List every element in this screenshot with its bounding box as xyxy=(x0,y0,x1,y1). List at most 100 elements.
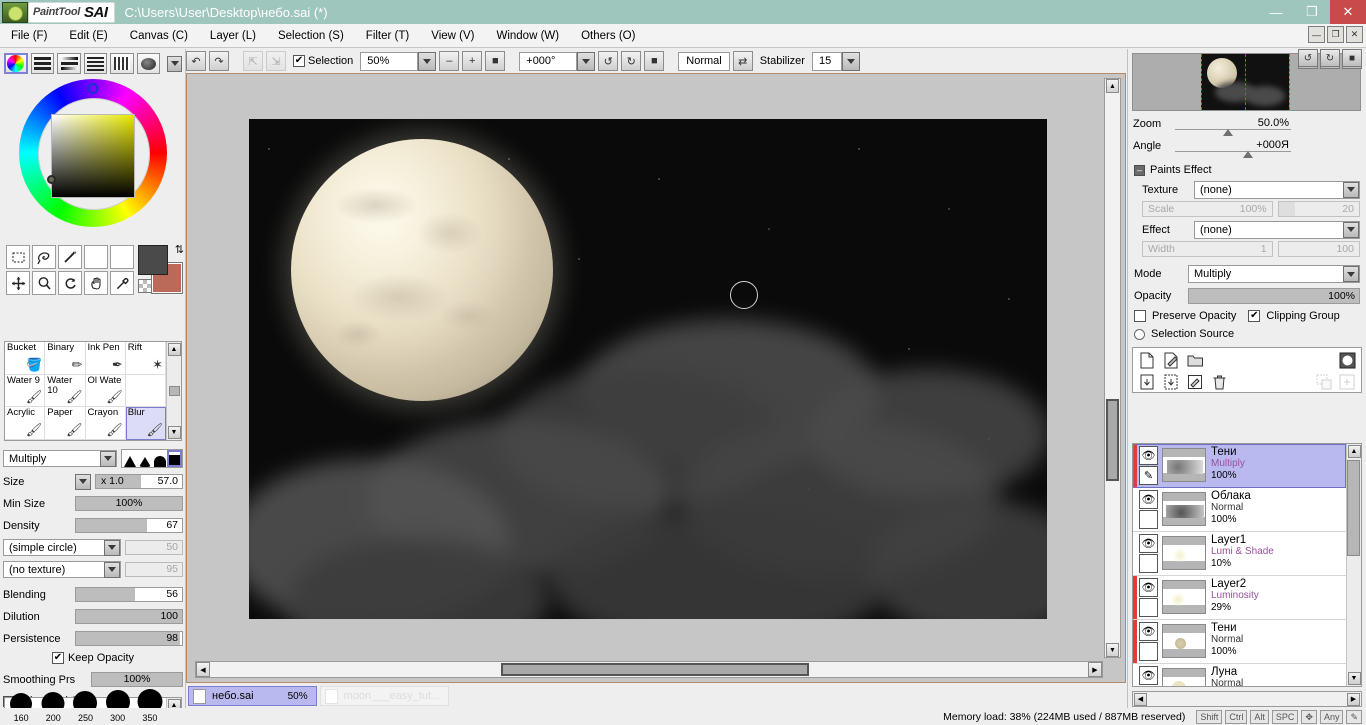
layer-row-teni-multiply[interactable]: 👁 ✎ Тени Multiply 100% xyxy=(1133,444,1346,488)
window-minimize-button[interactable]: — xyxy=(1258,0,1294,24)
layer-mode-select[interactable]: Multiply xyxy=(1188,265,1360,283)
navigator-rotate-ccw-button[interactable]: ↺ xyxy=(1298,49,1318,67)
chevron-down-icon[interactable] xyxy=(100,450,116,467)
palette-grid-mode-button[interactable] xyxy=(110,53,134,74)
navigator-zoom-slider[interactable]: 50.0% xyxy=(1175,117,1291,136)
zoom-reset-button[interactable]: ■ xyxy=(485,51,506,71)
horizontal-scroll-thumb[interactable] xyxy=(501,663,809,676)
layer-list[interactable]: 👁 ✎ Тени Multiply 100% 👁 Облака Normal 1… xyxy=(1132,443,1362,687)
view-swap-button[interactable]: ⇄ xyxy=(732,51,753,71)
scroll-up-icon[interactable]: ▲ xyxy=(1347,445,1361,458)
brush-shape-select[interactable]: (simple circle) xyxy=(3,539,121,556)
layer-visibility-icon[interactable]: 👁 xyxy=(1139,490,1158,509)
mdi-restore-button[interactable]: ❐ xyxy=(1327,26,1344,43)
menu-layer[interactable]: Layer (L) xyxy=(199,24,267,48)
magic-wand-icon[interactable] xyxy=(58,245,82,269)
selection-checkbox[interactable]: ✔ xyxy=(293,55,305,67)
dilution-slider[interactable]: 100 xyxy=(75,609,183,624)
chevron-down-icon[interactable] xyxy=(1343,266,1359,282)
brush-preset-water10[interactable]: Water 10 🖌 xyxy=(45,374,86,408)
menu-edit[interactable]: Edit (E) xyxy=(58,24,118,48)
brush-preset-olwater[interactable]: Ol Wate 🖌 xyxy=(85,374,126,408)
menu-view[interactable]: View (V) xyxy=(420,24,485,48)
brush-preset-list[interactable]: Bucket 🪣 Binary ✏ Ink Pen ✒ Rift ✶ Water 9 🖌 … xyxy=(4,341,182,441)
layer-row-layer2[interactable]: 👁 Layer2 Luminosity 29% xyxy=(1133,576,1346,620)
edge-shape-sharp[interactable] xyxy=(122,450,137,467)
menu-others[interactable]: Others (O) xyxy=(570,24,646,48)
angle-combo[interactable]: +000° xyxy=(519,51,596,71)
mdi-close-button[interactable]: ✕ xyxy=(1346,26,1363,43)
layer-visibility-icon[interactable]: 👁 xyxy=(1139,446,1158,465)
layer-list-scrollbar[interactable]: ▲ ▼ xyxy=(1346,444,1361,686)
clip-add-icon[interactable] xyxy=(1314,372,1334,392)
chevron-down-icon[interactable] xyxy=(577,51,596,71)
brush-preset-binary[interactable]: Binary ✏ xyxy=(45,342,86,375)
scroll-left-icon[interactable]: ◀ xyxy=(1134,692,1147,706)
scroll-down-icon[interactable]: ▼ xyxy=(1106,643,1119,657)
new-linework-layer-icon[interactable] xyxy=(1161,350,1181,370)
scroll-thumb[interactable] xyxy=(1347,460,1360,556)
angle-value[interactable]: +000° xyxy=(519,51,578,71)
window-maximize-button[interactable]: ❐ xyxy=(1294,0,1330,24)
hand-icon[interactable] xyxy=(84,271,108,295)
layer-clip-icon[interactable] xyxy=(1139,642,1158,661)
layer-list-horizontal-scrollbar[interactable]: ◀ ▶ xyxy=(1132,691,1362,707)
chevron-down-icon[interactable] xyxy=(104,539,120,556)
smoothing-slider[interactable]: 100% xyxy=(91,672,183,687)
effect-select[interactable]: (none) xyxy=(1194,220,1360,239)
canvas-vertical-scrollbar[interactable]: ▲ ▼ xyxy=(1104,78,1121,658)
zoom-in-button[interactable]: + xyxy=(462,51,483,71)
layer-visibility-icon[interactable]: 👁 xyxy=(1139,666,1158,685)
color-panel-menu-button[interactable] xyxy=(167,55,182,72)
density-slider[interactable]: 67 xyxy=(75,518,183,533)
collapse-minus-icon[interactable]: – xyxy=(1134,164,1145,176)
gradient-mode-button[interactable] xyxy=(136,53,161,74)
menu-file[interactable]: File (F) xyxy=(0,24,58,48)
brush-preset-blur[interactable]: Blur 🖌 xyxy=(125,407,166,440)
persistence-slider[interactable]: 98 xyxy=(75,631,183,646)
merge-down-icon[interactable] xyxy=(1137,372,1157,392)
navigator-rotate-reset-button[interactable]: ■ xyxy=(1342,49,1362,67)
hsv-sliders-mode-button[interactable] xyxy=(57,53,81,74)
layer-clip-icon[interactable] xyxy=(1139,510,1158,529)
flip-vertical-button[interactable]: ⇲ xyxy=(266,51,286,71)
layer-opacity-slider[interactable]: 100% xyxy=(1188,288,1360,304)
rotate-ccw-button[interactable]: ↺ xyxy=(598,51,619,71)
tool-blank-1[interactable] xyxy=(84,245,108,269)
swatch-list-mode-button[interactable] xyxy=(83,53,108,74)
layer-clip-icon[interactable]: ✎ xyxy=(1139,466,1158,485)
transparent-color-chip[interactable] xyxy=(138,279,152,293)
move-icon[interactable] xyxy=(6,271,30,295)
brush-preset-inkpen[interactable]: Ink Pen ✒ xyxy=(85,342,126,375)
canvas-horizontal-scrollbar[interactable]: ◀ ▶ xyxy=(195,661,1103,678)
layer-visibility-icon[interactable]: 👁 xyxy=(1139,534,1158,553)
swap-colors-icon[interactable]: ⇅ xyxy=(175,243,184,256)
chevron-down-icon[interactable] xyxy=(1343,221,1359,238)
menu-window[interactable]: Window (W) xyxy=(485,24,570,48)
scroll-right-icon[interactable]: ▶ xyxy=(1088,662,1102,677)
brush-preset-rift[interactable]: Rift ✶ xyxy=(125,342,166,375)
brush-size-slider[interactable]: x 1.0 57.0 xyxy=(95,474,183,489)
chevron-down-icon[interactable] xyxy=(418,51,437,71)
brush-preset-bucket[interactable]: Bucket 🪣 xyxy=(5,342,46,375)
layer-visibility-icon[interactable]: 👁 xyxy=(1139,578,1158,597)
artboard[interactable] xyxy=(249,119,1047,619)
zoom-icon[interactable] xyxy=(32,271,56,295)
clear-layer-icon[interactable] xyxy=(1185,372,1205,392)
texture-select[interactable]: (none) xyxy=(1194,180,1360,199)
selection-toggle[interactable]: ✔ Selection xyxy=(293,55,353,67)
new-folder-icon[interactable] xyxy=(1185,350,1205,370)
scroll-left-icon[interactable]: ◀ xyxy=(196,662,210,677)
scroll-thumb[interactable] xyxy=(168,386,180,396)
menu-canvas[interactable]: Canvas (C) xyxy=(119,24,199,48)
blending-slider[interactable]: 56 xyxy=(75,587,183,602)
vertical-scroll-thumb[interactable] xyxy=(1106,399,1119,481)
brush-preset-acrylic[interactable]: Acrylic 🖌 xyxy=(5,407,46,440)
document-tab-moon-tutorial[interactable]: moon___easy_tut... xyxy=(319,686,450,706)
preserve-opacity-checkbox[interactable] xyxy=(1134,310,1146,322)
chevron-down-icon[interactable] xyxy=(841,51,860,71)
layer-row-teni-normal[interactable]: 👁 Тени Normal 100% xyxy=(1133,620,1346,664)
menu-filter[interactable]: Filter (T) xyxy=(355,24,420,48)
brush-preset-crayon[interactable]: Crayon 🖌 xyxy=(85,407,126,440)
zoom-combo[interactable]: 50% xyxy=(360,51,437,71)
